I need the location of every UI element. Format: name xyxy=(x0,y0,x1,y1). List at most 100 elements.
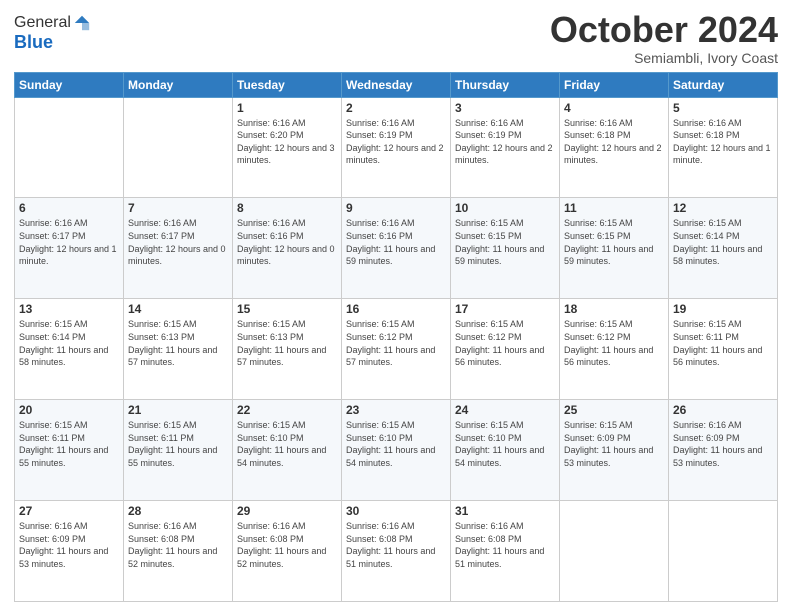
table-row: 9Sunrise: 6:16 AMSunset: 6:16 PMDaylight… xyxy=(342,198,451,299)
table-row: 30 Sunrise: 6:16 AMSunset: 6:08 PMDayligh… xyxy=(342,501,451,602)
table-row: 14Sunrise: 6:15 AMSunset: 6:13 PMDayligh… xyxy=(124,299,233,400)
day-number: 7 xyxy=(128,201,228,215)
day-info: Sunrise: 6:15 AMSunset: 6:10 PMDaylight:… xyxy=(346,419,446,469)
table-row: 13 Sunrise: 6:15 AMSunset: 6:14 PMDayligh… xyxy=(15,299,124,400)
table-row: 24Sunrise: 6:15 AMSunset: 6:10 PMDayligh… xyxy=(451,400,560,501)
table-row: 16 Sunrise: 6:15 AMSunset: 6:12 PMDayligh… xyxy=(342,299,451,400)
calendar-header-row: Sunday Monday Tuesday Wednesday Thursday… xyxy=(15,72,778,97)
calendar-week-row: 1 Sunrise: 6:16 AMSunset: 6:20 PMDaylight… xyxy=(15,97,778,198)
col-sunday: Sunday xyxy=(15,72,124,97)
table-row xyxy=(669,501,778,602)
day-number: 1 xyxy=(237,101,337,115)
day-info: Sunrise: 6:16 AMSunset: 6:09 PMDaylight:… xyxy=(19,520,119,570)
table-row: 3 Sunrise: 6:16 AMSunset: 6:19 PMDaylight… xyxy=(451,97,560,198)
col-friday: Friday xyxy=(560,72,669,97)
day-number: 13 xyxy=(19,302,119,316)
day-info: Sunrise: 6:16 AMSunset: 6:19 PMDaylight:… xyxy=(346,117,446,167)
day-number: 2 xyxy=(346,101,446,115)
day-info: Sunrise: 6:15 AMSunset: 6:15 PMDaylight:… xyxy=(455,217,555,267)
day-info: Sunrise: 6:15 AMSunset: 6:10 PMDaylight:… xyxy=(237,419,337,469)
day-info: Sunrise: 6:15 AMSunset: 6:11 PMDaylight:… xyxy=(673,318,773,368)
day-info: Sunrise: 6:16 AMSunset: 6:18 PMDaylight:… xyxy=(673,117,773,167)
table-row: 18 Sunrise: 6:15 AMSunset: 6:12 PMDayligh… xyxy=(560,299,669,400)
location-subtitle: Semiambli, Ivory Coast xyxy=(550,50,778,66)
table-row: 22 Sunrise: 6:15 AMSunset: 6:10 PMDayligh… xyxy=(233,400,342,501)
table-row: 21Sunrise: 6:15 AMSunset: 6:11 PMDayligh… xyxy=(124,400,233,501)
day-number: 30 xyxy=(346,504,446,518)
day-number: 27 xyxy=(19,504,119,518)
day-number: 3 xyxy=(455,101,555,115)
day-number: 31 xyxy=(455,504,555,518)
day-info: Sunrise: 6:16 AMSunset: 6:09 PMDaylight:… xyxy=(673,419,773,469)
table-row xyxy=(560,501,669,602)
day-number: 6 xyxy=(19,201,119,215)
day-info: Sunrise: 6:15 AMSunset: 6:13 PMDaylight:… xyxy=(237,318,337,368)
table-row: 20Sunrise: 6:15 AMSunset: 6:11 PMDayligh… xyxy=(15,400,124,501)
table-row: 15 Sunrise: 6:15 AMSunset: 6:13 PMDayligh… xyxy=(233,299,342,400)
day-number: 5 xyxy=(673,101,773,115)
table-row: 25 Sunrise: 6:15 AMSunset: 6:09 PMDayligh… xyxy=(560,400,669,501)
calendar-week-row: 20Sunrise: 6:15 AMSunset: 6:11 PMDayligh… xyxy=(15,400,778,501)
day-info: Sunrise: 6:16 AMSunset: 6:17 PMDaylight:… xyxy=(128,217,228,267)
day-info: Sunrise: 6:16 AMSunset: 6:08 PMDaylight:… xyxy=(237,520,337,570)
day-number: 12 xyxy=(673,201,773,215)
day-info: Sunrise: 6:15 AMSunset: 6:11 PMDaylight:… xyxy=(19,419,119,469)
day-number: 19 xyxy=(673,302,773,316)
table-row: 23 Sunrise: 6:15 AMSunset: 6:10 PMDayligh… xyxy=(342,400,451,501)
calendar-week-row: 13 Sunrise: 6:15 AMSunset: 6:14 PMDayligh… xyxy=(15,299,778,400)
table-row: 11 Sunrise: 6:15 AMSunset: 6:15 PMDayligh… xyxy=(560,198,669,299)
day-number: 17 xyxy=(455,302,555,316)
day-info: Sunrise: 6:16 AMSunset: 6:17 PMDaylight:… xyxy=(19,217,119,267)
logo-blue-text: Blue xyxy=(14,32,91,53)
table-row: 28 Sunrise: 6:16 AMSunset: 6:08 PMDayligh… xyxy=(124,501,233,602)
day-info: Sunrise: 6:15 AMSunset: 6:14 PMDaylight:… xyxy=(19,318,119,368)
day-number: 10 xyxy=(455,201,555,215)
day-number: 24 xyxy=(455,403,555,417)
header: General Blue October 2024 Semiambli, Ivo… xyxy=(14,10,778,66)
day-info: Sunrise: 6:15 AMSunset: 6:12 PMDaylight:… xyxy=(564,318,664,368)
table-row: 19 Sunrise: 6:15 AMSunset: 6:11 PMDayligh… xyxy=(669,299,778,400)
day-info: Sunrise: 6:16 AMSunset: 6:20 PMDaylight:… xyxy=(237,117,337,167)
day-info: Sunrise: 6:15 AMSunset: 6:12 PMDaylight:… xyxy=(346,318,446,368)
day-info: Sunrise: 6:16 AMSunset: 6:16 PMDaylight:… xyxy=(346,217,446,267)
day-number: 4 xyxy=(564,101,664,115)
day-info: Sunrise: 6:15 AMSunset: 6:14 PMDaylight:… xyxy=(673,217,773,267)
table-row: 26Sunrise: 6:16 AMSunset: 6:09 PMDayligh… xyxy=(669,400,778,501)
day-number: 28 xyxy=(128,504,228,518)
table-row: 2 Sunrise: 6:16 AMSunset: 6:19 PMDaylight… xyxy=(342,97,451,198)
table-row xyxy=(124,97,233,198)
day-info: Sunrise: 6:16 AMSunset: 6:08 PMDaylight:… xyxy=(128,520,228,570)
month-title: October 2024 xyxy=(550,10,778,50)
day-number: 11 xyxy=(564,201,664,215)
col-tuesday: Tuesday xyxy=(233,72,342,97)
day-number: 23 xyxy=(346,403,446,417)
table-row: 29Sunrise: 6:16 AMSunset: 6:08 PMDayligh… xyxy=(233,501,342,602)
table-row: 17 Sunrise: 6:15 AMSunset: 6:12 PMDayligh… xyxy=(451,299,560,400)
day-info: Sunrise: 6:15 AMSunset: 6:09 PMDaylight:… xyxy=(564,419,664,469)
day-info: Sunrise: 6:16 AMSunset: 6:19 PMDaylight:… xyxy=(455,117,555,167)
day-info: Sunrise: 6:15 AMSunset: 6:11 PMDaylight:… xyxy=(128,419,228,469)
calendar-table: Sunday Monday Tuesday Wednesday Thursday… xyxy=(14,72,778,602)
table-row xyxy=(15,97,124,198)
page-container: General Blue October 2024 Semiambli, Ivo… xyxy=(0,0,792,612)
day-number: 8 xyxy=(237,201,337,215)
day-info: Sunrise: 6:16 AMSunset: 6:08 PMDaylight:… xyxy=(455,520,555,570)
col-wednesday: Wednesday xyxy=(342,72,451,97)
col-saturday: Saturday xyxy=(669,72,778,97)
table-row: 8Sunrise: 6:16 AMSunset: 6:16 PMDaylight… xyxy=(233,198,342,299)
table-row: 4 Sunrise: 6:16 AMSunset: 6:18 PMDaylight… xyxy=(560,97,669,198)
day-number: 25 xyxy=(564,403,664,417)
day-number: 18 xyxy=(564,302,664,316)
table-row: 12 Sunrise: 6:15 AMSunset: 6:14 PMDayligh… xyxy=(669,198,778,299)
day-info: Sunrise: 6:16 AMSunset: 6:08 PMDaylight:… xyxy=(346,520,446,570)
day-info: Sunrise: 6:16 AMSunset: 6:18 PMDaylight:… xyxy=(564,117,664,167)
table-row: 31 Sunrise: 6:16 AMSunset: 6:08 PMDayligh… xyxy=(451,501,560,602)
calendar-week-row: 27 Sunrise: 6:16 AMSunset: 6:09 PMDayligh… xyxy=(15,501,778,602)
logo-general-text: General xyxy=(14,14,71,32)
day-number: 16 xyxy=(346,302,446,316)
day-info: Sunrise: 6:15 AMSunset: 6:12 PMDaylight:… xyxy=(455,318,555,368)
day-number: 15 xyxy=(237,302,337,316)
day-info: Sunrise: 6:15 AMSunset: 6:15 PMDaylight:… xyxy=(564,217,664,267)
table-row: 7 Sunrise: 6:16 AMSunset: 6:17 PMDaylight… xyxy=(124,198,233,299)
day-number: 22 xyxy=(237,403,337,417)
